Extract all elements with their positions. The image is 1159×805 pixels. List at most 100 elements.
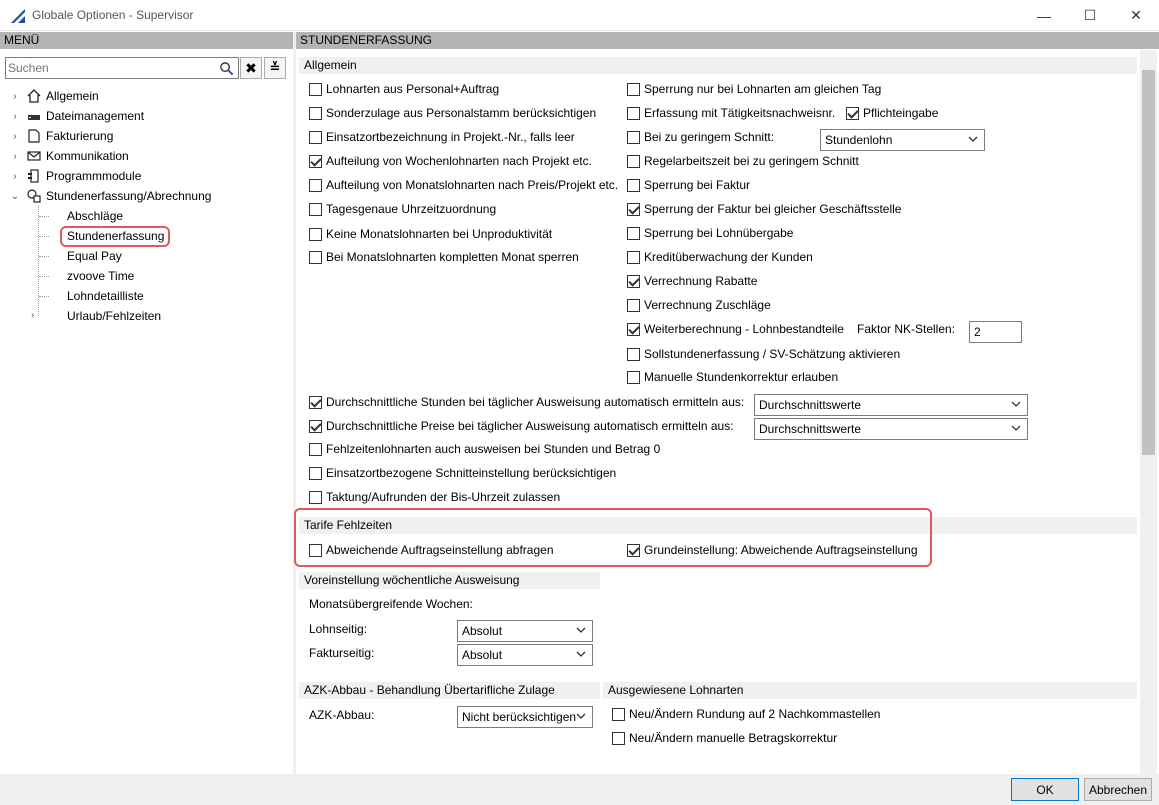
checkbox-durchschnitt-preise[interactable]: Durchschnittliche Preise bei täglicher A… xyxy=(309,416,734,436)
tree-subitem-urlaub-fehlzeiten[interactable]: Urlaub/Fehlzeiten xyxy=(67,306,161,326)
checkbox-manuelle-stundenkorrektur[interactable]: Manuelle Stundenkorrektur erlauben xyxy=(627,367,838,387)
checkbox[interactable] xyxy=(309,466,322,480)
cancel-button[interactable]: Abbrechen xyxy=(1084,778,1152,801)
checkbox[interactable] xyxy=(309,178,322,192)
checkbox-verrechnung-zuschlaege[interactable]: Verrechnung Zuschläge xyxy=(627,295,771,315)
checkbox[interactable] xyxy=(627,322,640,336)
checkbox-sperrung-faktur[interactable]: Sperrung bei Faktur xyxy=(627,175,750,195)
tree-subitem-stundenerfassung[interactable]: Stundenerfassung xyxy=(67,226,164,246)
checkbox[interactable] xyxy=(309,82,322,96)
fakturseitig-select[interactable]: Absolut xyxy=(457,644,593,666)
checkbox-sperrung-gleicher-tag[interactable]: Sperrung nur bei Lohnarten am gleichen T… xyxy=(627,79,881,99)
checkbox[interactable] xyxy=(627,178,640,192)
chevron-right-icon[interactable]: › xyxy=(10,111,20,122)
checkbox-weiterberechnung[interactable]: Weiterberechnung - Lohnbestandteile xyxy=(627,319,844,339)
checkbox-einsatzortbezeichnung[interactable]: Einsatzortbezeichnung in Projekt.-Nr., f… xyxy=(309,127,575,147)
azk-select[interactable]: Nicht berücksichtigen xyxy=(457,706,593,728)
checkbox-betragskorrektur[interactable]: Neu/Ändern manuelle Betragskorrektur xyxy=(612,728,837,748)
checkbox-verrechnung-rabatte[interactable]: Verrechnung Rabatte xyxy=(627,271,757,291)
checkbox-grundeinstellung[interactable]: Grundeinstellung: Abweichende Auftragsei… xyxy=(627,540,918,560)
checkbox-kreditueberwachung[interactable]: Kreditüberwachung der Kunden xyxy=(627,247,813,267)
chevron-right-icon[interactable]: › xyxy=(10,151,20,162)
checkbox-abweichende-auftragseinstellung[interactable]: Abweichende Auftragseinstellung abfragen xyxy=(309,540,554,560)
checkbox-tagesgenaue-uhrzeit[interactable]: Tagesgenaue Uhrzeitzuordnung xyxy=(309,199,496,219)
checkbox-geringer-schnitt[interactable]: Bei zu geringem Schnitt: xyxy=(627,127,774,147)
tree-item-kommunikation[interactable]: › Kommunikation xyxy=(0,146,128,166)
checkbox[interactable] xyxy=(627,154,640,168)
checkbox-monat-sperren[interactable]: Bei Monatslohnarten kompletten Monat spe… xyxy=(309,247,579,267)
maximize-button[interactable]: ☐ xyxy=(1067,0,1113,31)
tree-item-dateimanagement[interactable]: › Dateimanagement xyxy=(0,106,144,126)
checkbox[interactable] xyxy=(309,442,322,456)
checkbox-lohnarten-personal-auftrag[interactable]: Lohnarten aus Personal+Auftrag xyxy=(309,79,499,99)
minimize-button[interactable]: — xyxy=(1021,0,1067,31)
checkbox[interactable] xyxy=(309,227,322,241)
checkbox[interactable] xyxy=(612,731,625,745)
checkbox[interactable] xyxy=(627,370,640,384)
checkbox-regelarbeitszeit[interactable]: Regelarbeitszeit bei zu geringem Schnitt xyxy=(627,151,859,171)
panel-splitter[interactable] xyxy=(293,32,296,774)
checkbox[interactable] xyxy=(627,250,640,264)
checkbox[interactable] xyxy=(309,395,322,409)
schnitt-select[interactable]: Stundenlohn xyxy=(820,129,985,151)
chevron-right-icon[interactable]: › xyxy=(10,91,20,102)
checkbox[interactable] xyxy=(309,490,322,504)
checkbox-aufteilung-wochenlohnarten[interactable]: Aufteilung von Wochenlohnarten nach Proj… xyxy=(309,151,592,171)
checkbox[interactable] xyxy=(627,202,640,216)
checkbox[interactable] xyxy=(612,707,625,721)
tree-item-fakturierung[interactable]: › Fakturierung xyxy=(0,126,113,146)
tree-subitem-zvoove-time[interactable]: zvoove Time xyxy=(67,266,134,286)
checkbox[interactable] xyxy=(627,298,640,312)
search-input[interactable] xyxy=(8,60,218,76)
checkbox[interactable] xyxy=(309,154,322,168)
checkbox[interactable] xyxy=(309,543,322,557)
checkbox-aufteilung-monatslohnarten[interactable]: Aufteilung von Monatslohnarten nach Prei… xyxy=(309,175,618,195)
checkbox-taetigkeitsnachweis[interactable]: Erfassung mit Tätigkeitsnachweisnr. xyxy=(627,103,835,123)
checkbox[interactable] xyxy=(309,130,322,144)
clear-search-button[interactable]: ✖ xyxy=(240,57,262,79)
collapse-all-button[interactable]: ≚ xyxy=(264,57,286,79)
tree-subitem-equal-pay[interactable]: Equal Pay xyxy=(67,246,122,266)
lohnseitig-select[interactable]: Absolut xyxy=(457,620,593,642)
checkbox-durchschnitt-stunden[interactable]: Durchschnittliche Stunden bei täglicher … xyxy=(309,392,744,412)
checkbox-sperrung-faktur-geschaeftsstelle[interactable]: Sperrung der Faktur bei gleicher Geschäf… xyxy=(627,199,901,219)
durchschnitt-stunden-select[interactable]: Durchschnittswerte xyxy=(754,394,1028,416)
tree-subitem-abschlaege[interactable]: Abschläge xyxy=(67,206,123,226)
checkbox[interactable] xyxy=(627,347,640,361)
checkbox-rundung[interactable]: Neu/Ändern Rundung auf 2 Nachkommastelle… xyxy=(612,704,880,724)
checkbox-pflichteingabe[interactable]: Pflichteingabe xyxy=(846,103,938,123)
checkbox[interactable] xyxy=(627,274,640,288)
scrollbar-thumb[interactable] xyxy=(1142,70,1155,455)
search-box[interactable] xyxy=(5,57,239,79)
faktor-input[interactable]: 2 xyxy=(969,321,1022,343)
checkbox[interactable] xyxy=(627,130,640,144)
chevron-right-icon[interactable]: › xyxy=(10,131,20,142)
checkbox[interactable] xyxy=(309,250,322,264)
chevron-down-icon[interactable]: ⌄ xyxy=(10,191,20,202)
ok-button[interactable]: OK xyxy=(1011,778,1079,801)
close-button[interactable]: ✕ xyxy=(1113,0,1159,31)
checkbox[interactable] xyxy=(627,82,640,96)
checkbox[interactable] xyxy=(627,226,640,240)
checkbox-fehlzeitenlohnarten[interactable]: Fehlzeitenlohnarten auch ausweisen bei S… xyxy=(309,439,660,459)
checkbox-keine-monatslohnarten[interactable]: Keine Monatslohnarten bei Unproduktivitä… xyxy=(309,224,552,244)
checkbox-sonderzulage[interactable]: Sonderzulage aus Personalstamm berücksic… xyxy=(309,103,596,123)
tree-item-stundenerfassung-abrechnung[interactable]: ⌄ Stundenerfassung/Abrechnung xyxy=(0,186,212,206)
chevron-right-icon[interactable]: › xyxy=(10,171,20,182)
checkbox-einsatzortbezogen[interactable]: Einsatzortbezogene Schnitteinstellung be… xyxy=(309,463,616,483)
tree-item-allgemein[interactable]: › Allgemein xyxy=(0,86,98,106)
checkbox[interactable] xyxy=(309,106,322,120)
tree-item-programmmodule[interactable]: › Programmmodule xyxy=(0,166,141,186)
checkbox-sollstundenerfassung[interactable]: Sollstundenerfassung / SV-Schätzung akti… xyxy=(627,344,900,364)
checkbox-taktung[interactable]: Taktung/Aufrunden der Bis-Uhrzeit zulass… xyxy=(309,487,560,507)
checkbox[interactable] xyxy=(309,419,322,433)
search-icon[interactable] xyxy=(219,61,234,76)
durchschnitt-preise-select[interactable]: Durchschnittswerte xyxy=(754,418,1028,440)
checkbox-sperrung-lohnuebergabe[interactable]: Sperrung bei Lohnübergabe xyxy=(627,223,793,243)
checkbox[interactable] xyxy=(627,106,640,120)
chevron-right-icon[interactable]: › xyxy=(31,306,34,326)
checkbox[interactable] xyxy=(309,202,322,216)
checkbox[interactable] xyxy=(627,543,640,557)
checkbox[interactable] xyxy=(846,106,859,120)
tree-subitem-lohndetailliste[interactable]: Lohndetailliste xyxy=(67,286,144,306)
